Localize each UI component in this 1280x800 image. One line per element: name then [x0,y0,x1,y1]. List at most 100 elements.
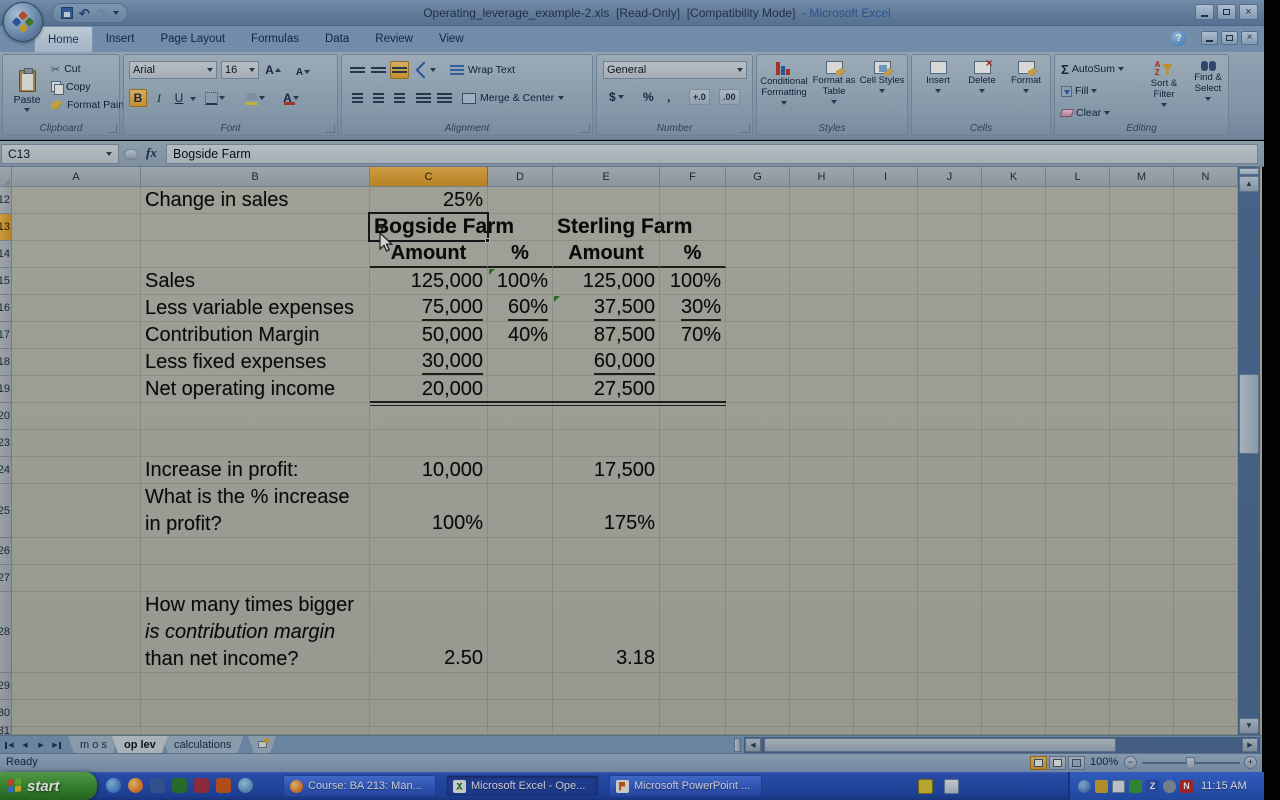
cell-N13[interactable] [1174,214,1238,241]
column-header-C[interactable]: C [370,167,488,187]
cell-H30[interactable] [790,700,854,727]
row-header-14[interactable]: 14 [0,241,12,268]
cell-L19[interactable] [1046,376,1110,403]
column-header-G[interactable]: G [726,167,790,187]
cell-M12[interactable] [1110,187,1174,214]
page-layout-view-button[interactable] [1049,756,1066,770]
middle-align-button[interactable] [369,61,388,79]
internet-explorer-icon[interactable] [106,778,121,793]
row-header-26[interactable]: 26 [0,538,12,565]
cell-C18[interactable]: 30,000 [370,349,488,376]
cell-B20[interactable] [141,403,370,430]
shrink-font-button[interactable]: A [294,63,312,81]
close-button[interactable]: × [1239,4,1258,20]
cell-L15[interactable] [1046,268,1110,295]
cell-H29[interactable] [790,673,854,700]
insert-cells-button[interactable]: Insert [918,61,958,93]
vertical-scrollbar[interactable]: ▲ ▼ [1238,167,1260,735]
fill-color-button[interactable] [244,89,266,107]
cell-M17[interactable] [1110,322,1174,349]
tab-home[interactable]: Home [34,26,93,52]
column-header-I[interactable]: I [854,167,918,187]
conditional-formatting-button[interactable]: Conditional Formatting [759,61,809,105]
cell-A12[interactable] [12,187,141,214]
cell-B18[interactable]: Less fixed expenses [141,349,370,376]
cell-E14[interactable]: Amount [553,241,660,268]
row-header-30[interactable]: 30 [0,700,12,727]
cell-L13[interactable] [1046,214,1110,241]
cell-N23[interactable] [1174,430,1238,457]
cell-K31[interactable] [982,727,1046,735]
row-header-23[interactable]: 23 [0,430,12,457]
cell-M23[interactable] [1110,430,1174,457]
cell-E20[interactable] [553,403,660,430]
cell-N27[interactable] [1174,565,1238,592]
cell-I25[interactable] [854,484,918,538]
cell-H28[interactable] [790,592,854,673]
cell-I14[interactable] [854,241,918,268]
decrease-indent-button[interactable] [414,89,433,107]
cell-J28[interactable] [918,592,982,673]
update-reminder-icon[interactable] [918,779,933,794]
cell-M24[interactable] [1110,457,1174,484]
cell-C29[interactable] [370,673,488,700]
clear-button[interactable]: Clear [1061,104,1110,122]
decrease-decimal-button[interactable]: .00 [719,89,740,105]
row-header-27[interactable]: 27 [0,565,12,592]
cell-E15[interactable]: 125,000 [553,268,660,295]
column-header-L[interactable]: L [1046,167,1110,187]
cell-L16[interactable] [1046,295,1110,322]
cell-E18[interactable]: 60,000 [553,349,660,376]
cell-M20[interactable] [1110,403,1174,430]
column-header-M[interactable]: M [1110,167,1174,187]
cell-A29[interactable] [12,673,141,700]
cell-J17[interactable] [918,322,982,349]
cell-C12[interactable]: 25% [370,187,488,214]
cell-L31[interactable] [1046,727,1110,735]
excel-icon[interactable] [172,778,187,793]
cell-H18[interactable] [790,349,854,376]
font-size-select[interactable]: 16 [221,61,259,79]
language-bar-icon[interactable] [944,779,959,794]
cell-A18[interactable] [12,349,141,376]
cell-D14[interactable]: % [488,241,553,268]
cell-J27[interactable] [918,565,982,592]
cell-C27[interactable] [370,565,488,592]
powerpoint-icon[interactable] [216,778,231,793]
cell-K29[interactable] [982,673,1046,700]
cell-L17[interactable] [1046,322,1110,349]
horizontal-scrollbar[interactable]: ◀ ▶ [744,737,1260,753]
cell-K18[interactable] [982,349,1046,376]
cell-A14[interactable] [12,241,141,268]
cell-styles-button[interactable]: Cell Styles [859,61,905,93]
cell-E25[interactable]: 175% [553,484,660,538]
start-button[interactable]: start [0,772,97,800]
cell-M16[interactable] [1110,295,1174,322]
cell-D17[interactable]: 40% [488,322,553,349]
align-right-button[interactable] [390,89,409,107]
cell-N24[interactable] [1174,457,1238,484]
cell-J31[interactable] [918,727,982,735]
percent-button[interactable]: % [637,88,660,106]
cell-A16[interactable] [12,295,141,322]
access-icon[interactable] [194,778,209,793]
cell-K14[interactable] [982,241,1046,268]
cell-B15[interactable]: Sales [141,268,370,295]
cell-N19[interactable] [1174,376,1238,403]
cell-N29[interactable] [1174,673,1238,700]
cell-K20[interactable] [982,403,1046,430]
cell-A24[interactable] [12,457,141,484]
redo-icon[interactable]: ↷ [96,7,107,20]
top-align-button[interactable] [348,61,367,79]
cell-I23[interactable] [854,430,918,457]
grow-font-button[interactable]: A [264,61,282,79]
save-icon[interactable] [61,7,73,19]
tab-view[interactable]: View [426,26,477,52]
row-header-16[interactable]: 16 [0,295,12,322]
cell-E13[interactable]: Sterling Farm [553,214,660,241]
cell-N28[interactable] [1174,592,1238,673]
tab-data[interactable]: Data [312,26,362,52]
cell-K30[interactable] [982,700,1046,727]
cell-C25[interactable]: 100% [370,484,488,538]
cell-N18[interactable] [1174,349,1238,376]
